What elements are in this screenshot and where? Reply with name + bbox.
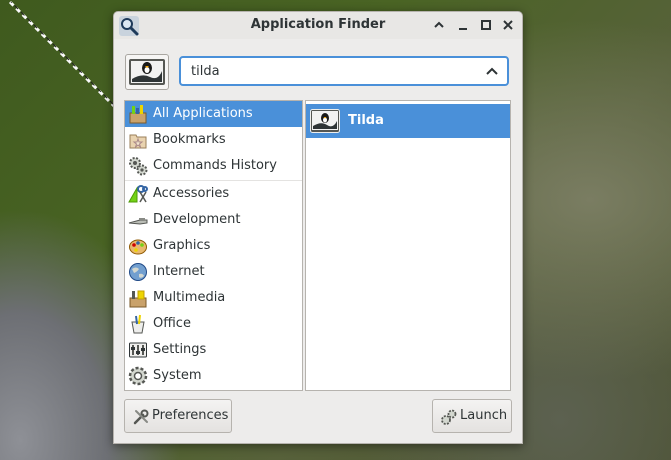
- all-applications-icon: [128, 104, 148, 124]
- category-commands-history[interactable]: Commands History: [125, 153, 302, 179]
- app-item-tilda[interactable]: Tilda: [306, 104, 510, 138]
- system-icon: [128, 366, 148, 386]
- search-box[interactable]: [179, 56, 509, 86]
- search-input[interactable]: [191, 62, 471, 80]
- multimedia-icon: [128, 288, 148, 308]
- category-internet[interactable]: Internet: [125, 259, 302, 285]
- selected-app-icon: [125, 54, 169, 90]
- maximize-icon[interactable]: [478, 17, 494, 33]
- chevron-up-icon[interactable]: [485, 65, 499, 77]
- category-bookmarks[interactable]: Bookmarks: [125, 127, 302, 153]
- category-office[interactable]: Office: [125, 311, 302, 337]
- chevron-up-icon[interactable]: [431, 17, 447, 33]
- preferences-icon: [133, 409, 149, 425]
- commands-history-icon: [128, 156, 148, 176]
- internet-icon: [128, 262, 148, 282]
- launch-icon: [441, 409, 457, 425]
- category-graphics[interactable]: Graphics: [125, 233, 302, 259]
- application-list[interactable]: Tilda: [305, 100, 511, 391]
- development-icon: [128, 210, 148, 230]
- category-list[interactable]: All Applications Bookmarks Commands Hist…: [124, 100, 303, 391]
- bookmarks-icon: [128, 130, 148, 150]
- accessories-icon: [128, 184, 148, 204]
- category-development[interactable]: Development: [125, 207, 302, 233]
- category-all-applications[interactable]: All Applications: [125, 101, 302, 127]
- title-bar[interactable]: Application Finder: [114, 12, 522, 39]
- application-finder-window: Application Finder tilda All Application…: [113, 11, 523, 444]
- category-settings[interactable]: Settings: [125, 337, 302, 363]
- minimize-icon[interactable]: [455, 17, 471, 33]
- category-accessories[interactable]: Accessories: [125, 181, 302, 207]
- tilda-terminal-icon: [310, 109, 340, 133]
- close-icon[interactable]: [500, 17, 516, 33]
- launch-button[interactable]: Launch: [432, 399, 512, 433]
- graphics-icon: [128, 236, 148, 256]
- office-icon: [128, 314, 148, 334]
- preferences-button[interactable]: Preferences: [124, 399, 232, 433]
- category-system[interactable]: System: [125, 363, 302, 389]
- settings-icon: [128, 340, 148, 360]
- category-multimedia[interactable]: Multimedia: [125, 285, 302, 311]
